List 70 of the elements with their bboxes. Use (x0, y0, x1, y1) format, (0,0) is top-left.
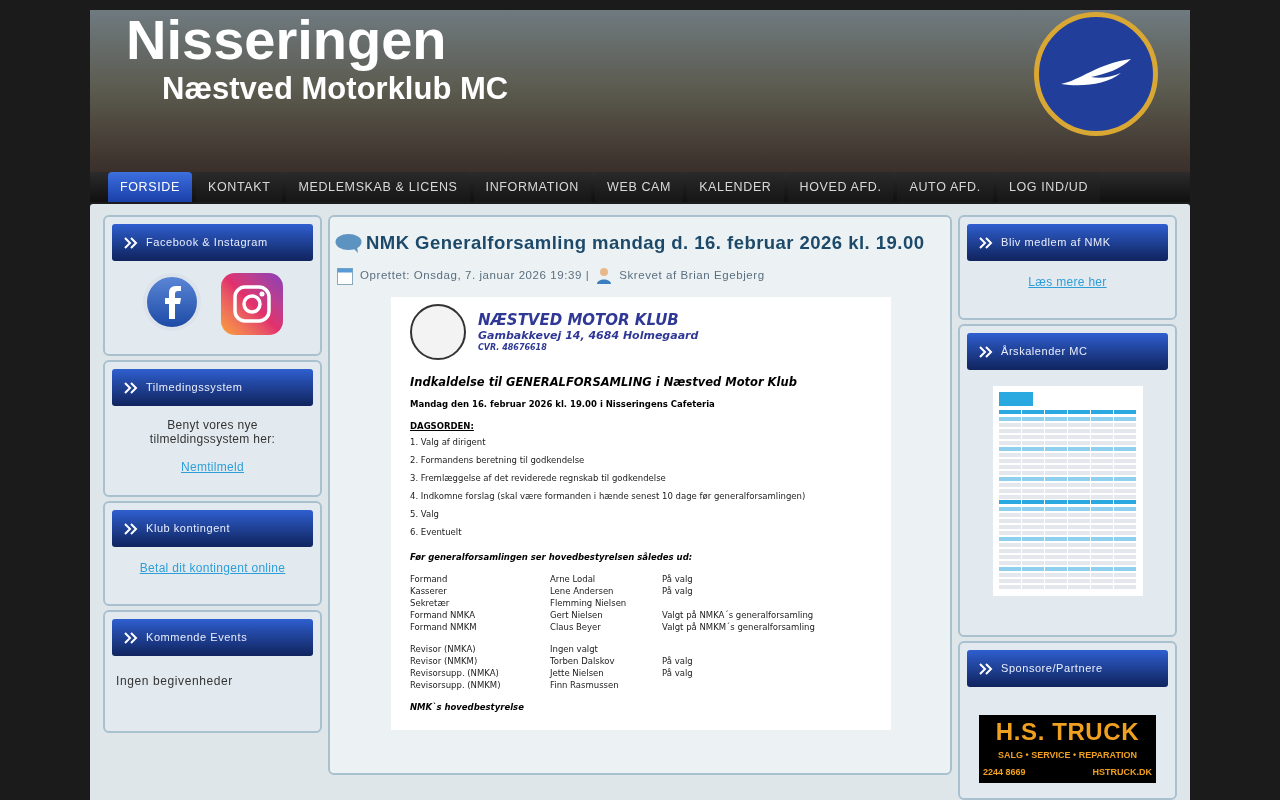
signature: NMK`s hovedbestyrelse (410, 701, 525, 714)
module-title: Klub kontingent (146, 521, 231, 537)
module-text: Ingen begivenheder (116, 674, 233, 688)
module-title: Facebook & Instagram (146, 235, 268, 251)
calendar-icon (337, 266, 353, 285)
board-cell: Finn Rasmussen (550, 680, 619, 691)
sponsor-website: HSTRUCK.DK (1092, 765, 1152, 779)
board-cell: På valg (662, 574, 693, 585)
agenda-item: 3. Fremlæggelse af det reviderede regnskab til godkendelse (410, 471, 667, 485)
board-cell: Arne Lodal (550, 574, 596, 585)
club-address: Gambakkevej 14, 4684 Holmegaard (478, 329, 699, 343)
sponsor-banner[interactable]: H.S. TRUCK SALG • SERVICE • REPARATION 2244 8669 HSTRUCK.DK (979, 715, 1156, 783)
module-title: Årskalender MC (1001, 344, 1088, 360)
module-title: Sponsore/Partnere (1001, 661, 1103, 677)
agenda-item: 2. Formandens beretning til godkendelse (410, 453, 586, 467)
board-cell: Kasserer (410, 586, 447, 597)
board-cell: Gert Nielsen (550, 610, 603, 621)
board-cell: Revisor (NMKA) (410, 644, 476, 655)
board-heading: Før generalforsamlingen ser hovedbestyrelsen således ud: (410, 550, 694, 564)
board-cell: Torben Dalskov (550, 656, 615, 667)
agenda-item: 6. Eventuelt (410, 525, 463, 539)
user-icon (596, 267, 613, 285)
board-cell: Valgt på NMKM´s generalforsamling (662, 622, 815, 633)
sponsor-tagline: SALG • SERVICE • REPARATION (998, 748, 1137, 762)
double-chevron-icon (124, 522, 138, 535)
site-subtitle: Næstved Motorklub MC (162, 72, 509, 106)
double-chevron-icon (124, 236, 138, 249)
board-cell: Revisorsupp. (NMKM) (410, 680, 501, 691)
author: Skrevet af Brian Egebjerg (619, 268, 765, 284)
double-chevron-icon (979, 345, 993, 358)
meeting-date: Mandag den 16. februar 2026 kl. 19.00 i Nisseringens Cafeteria (410, 398, 716, 411)
sponsor-name: H.S. TRUCK (995, 719, 1140, 745)
board-cell: Flemming Nielsen (550, 598, 627, 609)
board-cell: Ingen valgt (550, 644, 598, 655)
board-cell: Revisor (NMKM) (410, 656, 478, 667)
year-calendar-drawing[interactable] (992, 386, 1143, 596)
module-title: Kommende Events (146, 630, 248, 646)
board-cell: Claus Beyer (550, 622, 601, 633)
club-name: NÆSTVED MOTOR KLUB (478, 310, 680, 330)
board-cell: Revisorsupp. (NMKA) (410, 668, 499, 679)
module-text: Benyt vores nye tilmeldingssystem her: (148, 418, 277, 446)
agenda-item: 5. Valg (410, 507, 440, 521)
module-title: Bliv medlem af NMK (1001, 235, 1111, 251)
board-cell: Formand NMKA (410, 610, 476, 621)
club-logo (410, 303, 466, 360)
board-cell: Formand (410, 574, 448, 585)
speech-bubble-icon (335, 232, 362, 253)
sponsor-phone: 2244 8669 (983, 765, 1026, 779)
created-date: Oprettet: Onsdag, 7. januar 2026 19:39 | (360, 268, 590, 284)
instagram-icon[interactable] (220, 273, 283, 335)
double-chevron-icon (124, 381, 138, 394)
module-title: Tilmedingssystem (146, 380, 243, 396)
double-chevron-icon (979, 662, 993, 675)
article-title: NMK Generalforsamling mandag d. 16. februar 2026 kl. 19.00 (366, 231, 925, 255)
board-cell: Sekretær (410, 598, 450, 609)
agenda-heading: DAGSORDEN: (410, 419, 475, 433)
board-cell: På valg (662, 586, 693, 597)
board-cell: Jette Nielsen (550, 668, 604, 679)
double-chevron-icon (979, 236, 993, 249)
board-cell: På valg (662, 668, 693, 679)
board-cell: På valg (662, 656, 693, 667)
board-cell: Lene Andersen (550, 586, 614, 597)
agenda-item: 4. Indkomne forslag (skal være formanden i hænde senest 10 dage før generalforsamlingen) (410, 489, 807, 503)
nav-tab[interactable]: FORSIDE (108, 172, 192, 202)
agenda-item: 1. Valg af dirigent (410, 435, 487, 449)
board-cell: Formand NMKM (410, 622, 477, 633)
document-heading: Indkaldelse til GENERALFORSAMLING i Næstved Motor Klub (410, 373, 798, 391)
double-chevron-icon (124, 631, 138, 644)
club-cvr: CVR. 48676618 (478, 343, 548, 353)
board-cell: Valgt på NMKA´s generalforsamling (662, 610, 814, 621)
